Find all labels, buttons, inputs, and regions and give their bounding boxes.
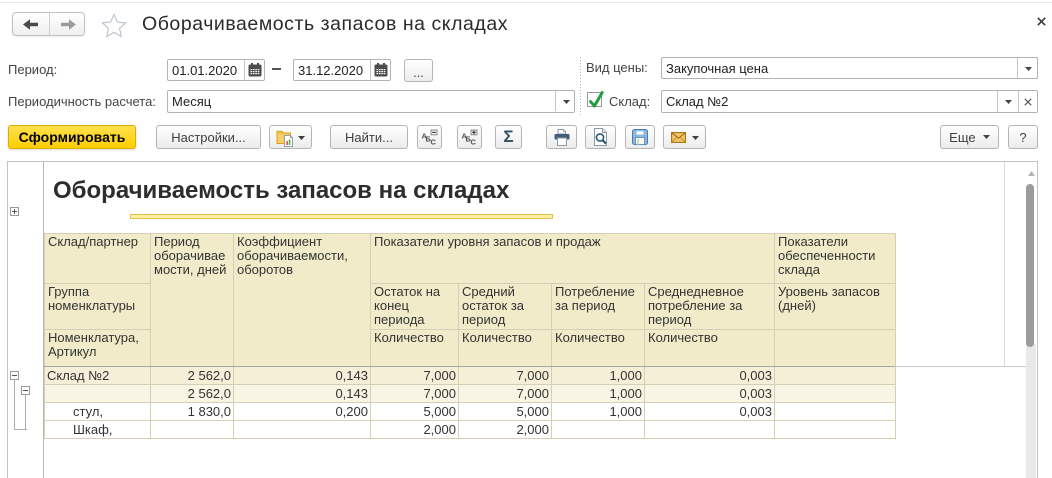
- svg-text:С: С: [471, 137, 477, 146]
- svg-text:С: С: [431, 137, 437, 146]
